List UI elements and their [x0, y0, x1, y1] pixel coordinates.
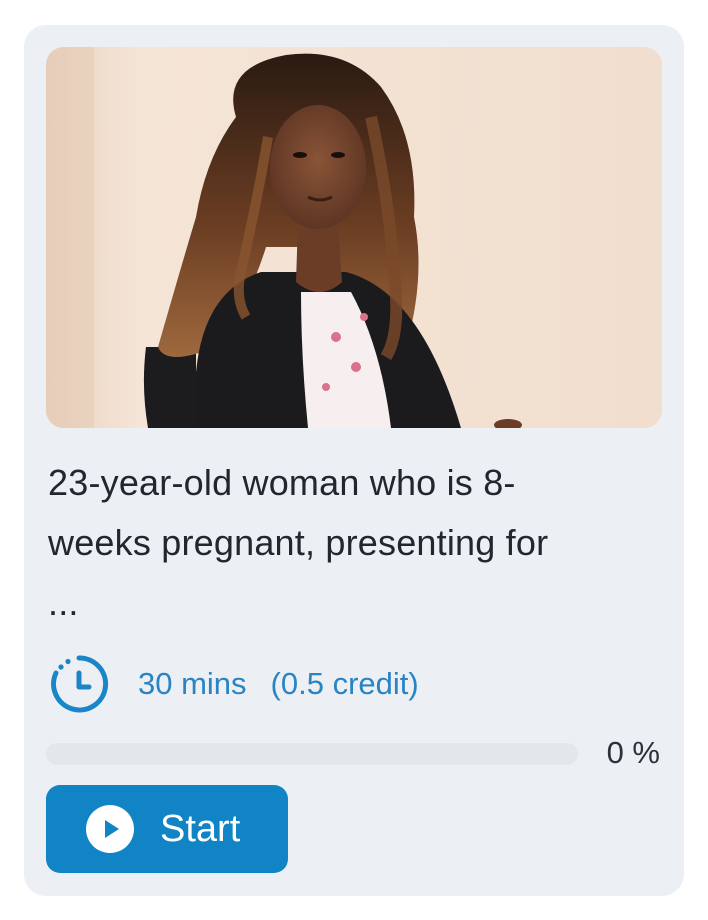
start-button[interactable]: Start — [46, 785, 288, 873]
progress-percent-label: 0 % — [606, 735, 660, 770]
clock-icon — [51, 655, 109, 713]
case-title-line-1: 23-year-old woman who is 8- — [48, 462, 516, 503]
credit-text: (0.5 credit) — [270, 666, 419, 701]
patient-photo[interactable] — [46, 47, 662, 428]
case-card[interactable]: 23-year-old woman who is 8- weeks pregna… — [24, 25, 684, 896]
case-title[interactable]: 23-year-old woman who is 8- weeks pregna… — [48, 453, 660, 633]
play-icon — [86, 805, 134, 853]
case-title-ellipsis: ... — [48, 582, 79, 623]
duration-row: 30 mins (0.5 credit) — [48, 653, 419, 715]
case-title-line-2: weeks pregnant, presenting for — [48, 522, 549, 563]
duration-text: 30 mins — [138, 666, 247, 701]
progress-bar — [46, 743, 578, 765]
start-button-label: Start — [160, 807, 241, 850]
patient-illustration — [46, 47, 662, 428]
